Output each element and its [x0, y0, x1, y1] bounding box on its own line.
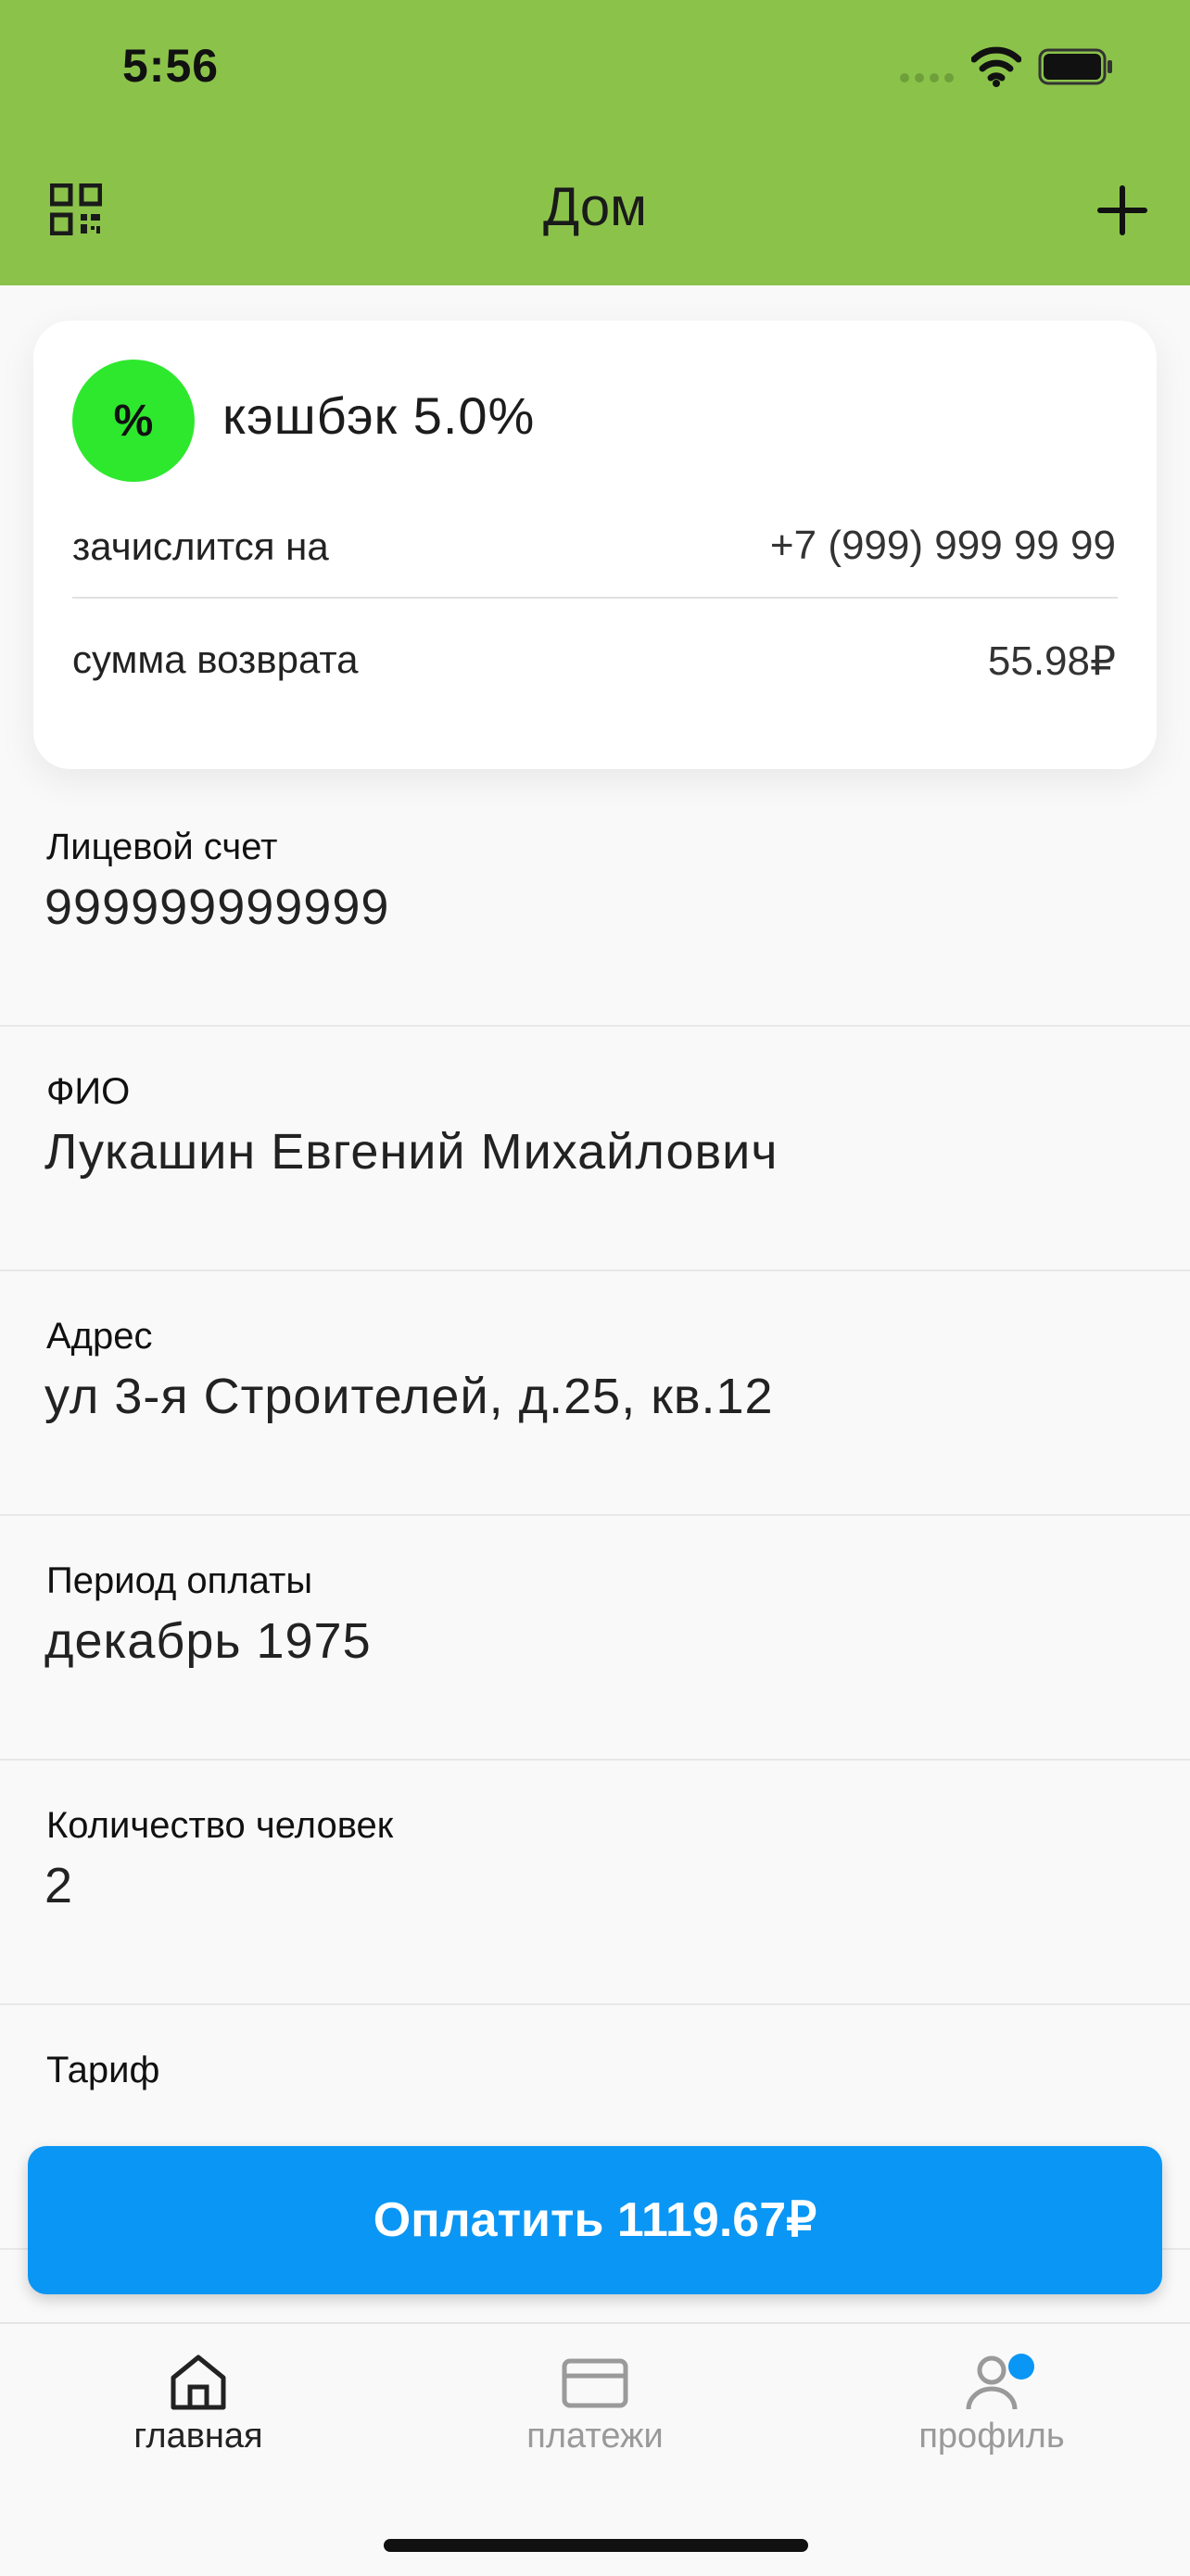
pay-button[interactable]: Оплатить 1119.67₽: [28, 2146, 1162, 2294]
cashback-amount-label: сумма возврата: [72, 638, 359, 681]
info-label: ФИО: [46, 1071, 131, 1112]
info-label: Лицевой счет: [46, 827, 278, 867]
tab-label: профиль: [918, 2417, 1065, 2456]
tab-label: главная: [133, 2417, 263, 2456]
tab-bar: главная платежи профиль: [0, 2322, 1190, 2576]
cellular-signal-icon: [900, 73, 954, 82]
cashback-recipient-label: зачислится на: [72, 524, 329, 568]
percent-icon: %: [72, 360, 195, 482]
info-row-account: Лицевой счет 999999999999: [0, 780, 1190, 1027]
cashback-recipient-value: +7 (999) 999 99 99: [769, 523, 1116, 568]
add-icon[interactable]: [1097, 185, 1147, 235]
home-icon: [171, 2355, 226, 2410]
notification-badge: [1008, 2354, 1034, 2380]
info-value: Лукашин Евгений Михайлович: [44, 1124, 779, 1180]
tab-payments[interactable]: платежи: [456, 2352, 734, 2491]
info-row-name: ФИО Лукашин Евгений Михайлович: [0, 1025, 1190, 1271]
tab-label: платежи: [526, 2417, 664, 2456]
cashback-title: кэшбэк 5.0%: [222, 386, 536, 445]
battery-icon: [1038, 48, 1112, 85]
info-value: 999999999999: [44, 879, 390, 935]
divider: [72, 597, 1118, 599]
tab-profile[interactable]: профиль: [853, 2352, 1131, 2491]
info-label: Период оплаты: [46, 1560, 313, 1601]
status-time: 5:56: [122, 40, 220, 92]
info-row-period: Период оплаты декабрь 1975: [0, 1514, 1190, 1761]
wifi-icon: [971, 46, 1021, 87]
info-value: ул 3-я Строителей, д.25, кв.12: [44, 1369, 774, 1424]
cashback-amount-value: 55.98₽: [987, 638, 1116, 684]
info-row-address: Адрес ул 3-я Строителей, д.25, кв.12: [0, 1269, 1190, 1516]
page-title: Дом: [542, 177, 648, 237]
info-value: 2: [44, 1858, 74, 1913]
cashback-card: % кэшбэк 5.0% зачислится на +7 (999) 999…: [33, 321, 1157, 769]
home-indicator: [384, 2539, 808, 2552]
info-label: Тариф: [46, 2050, 160, 2090]
info-label: Адрес: [46, 1316, 153, 1357]
card-icon: [562, 2358, 628, 2408]
info-value: декабрь 1975: [44, 1613, 372, 1669]
info-label: Количество человек: [46, 1805, 394, 1846]
app-header: 5:56 Дом: [0, 0, 1190, 285]
info-row-people: Количество человек 2: [0, 1759, 1190, 2005]
tab-home[interactable]: главная: [59, 2352, 337, 2491]
